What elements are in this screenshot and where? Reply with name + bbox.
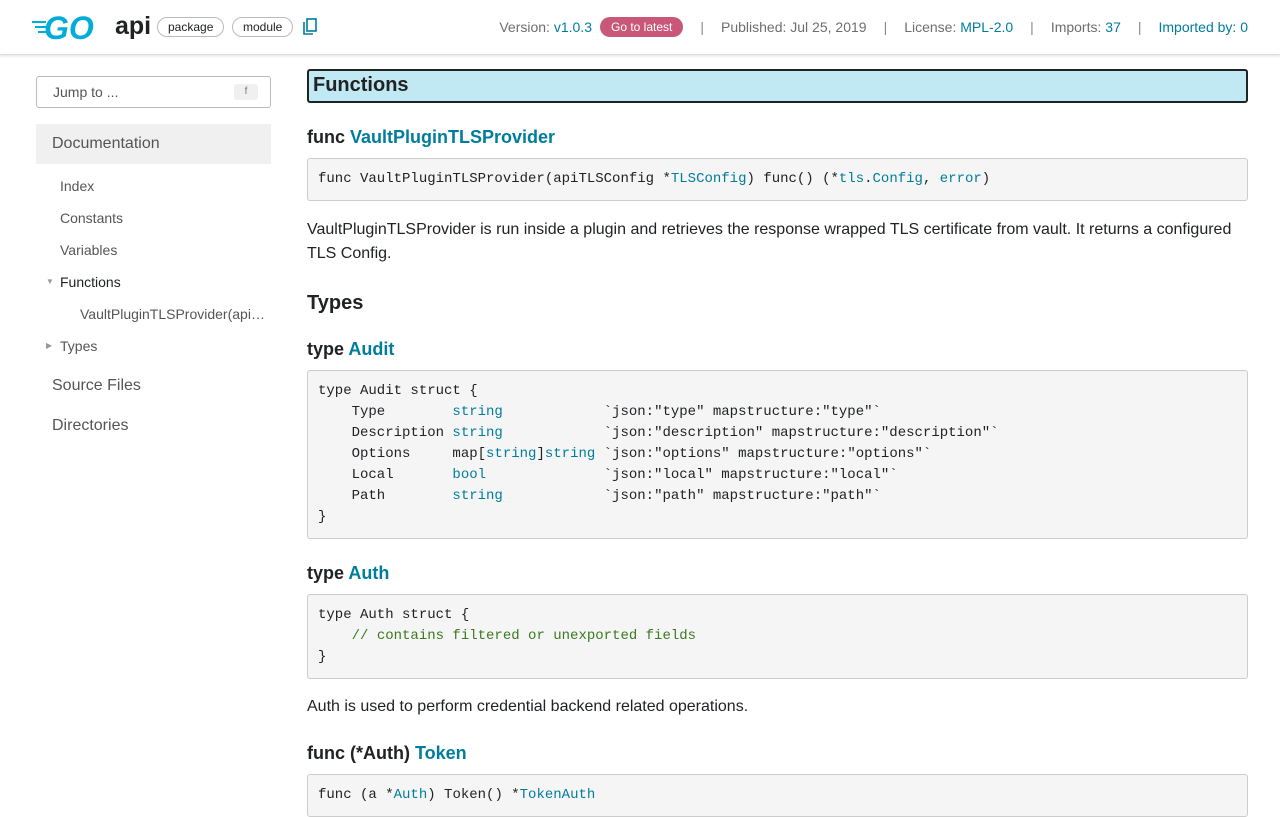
copy-icon[interactable] [303, 18, 317, 35]
sidebar-item-variables[interactable]: Variables [36, 234, 271, 266]
code-text: func (a * [318, 787, 394, 803]
code-text: ) func() (* [746, 171, 839, 187]
code-block: type Audit struct { Type string `json:"t… [307, 370, 1248, 539]
code-text: `json:"type" mapstructure:"type"` [502, 404, 881, 420]
code-text: Options map[ [318, 446, 487, 462]
code-identifier-link[interactable]: string [545, 446, 595, 462]
code-text: `json:"description" mapstructure:"descri… [502, 425, 999, 441]
method-heading: func (*Auth) Token [307, 743, 467, 763]
code-identifier-link[interactable]: TokenAuth [520, 787, 596, 803]
version-label: Version: [499, 19, 550, 35]
sidebar-directories[interactable]: Directories [36, 406, 271, 446]
types-heading: Types [307, 292, 364, 314]
divider: | [700, 19, 704, 35]
code-text: ) [981, 171, 991, 187]
jump-placeholder: Jump to ... [53, 84, 119, 100]
code-identifier-link[interactable]: TLSConfig [671, 171, 747, 187]
shortcut-key: f [234, 84, 258, 100]
code-text: Path [318, 488, 453, 504]
code-text: , [922, 171, 940, 187]
go-logo[interactable]: GO [32, 12, 106, 42]
sidebar-item-constants[interactable]: Constants [36, 202, 271, 234]
code-text: type Audit struct { [318, 383, 478, 399]
code-text: ] [536, 446, 545, 462]
code-identifier-link[interactable]: string [452, 488, 502, 504]
code-identifier-link[interactable]: tls [839, 171, 864, 187]
main-content: Functions func VaultPluginTLSProvider fu… [307, 69, 1248, 817]
sidebar-source-files[interactable]: Source Files [36, 366, 271, 406]
module-chip: module [232, 17, 294, 37]
sidebar-item-types[interactable]: ▶ Types [36, 330, 271, 362]
jump-to-input[interactable]: Jump to ... f [36, 76, 271, 108]
code-text: Local [318, 467, 453, 483]
code-identifier-link[interactable]: string [452, 425, 502, 441]
code-comment: // contains filtered or unexported field… [351, 628, 697, 644]
sidebar-documentation[interactable]: Documentation [36, 124, 271, 164]
code-text: ) Token() * [427, 787, 520, 803]
code-identifier-link[interactable]: string [452, 404, 502, 420]
caret-right-icon: ▶ [46, 341, 53, 350]
imports-link[interactable]: 37 [1105, 19, 1121, 35]
sidebar-item-functions[interactable]: ▼ Functions [36, 266, 271, 298]
code-text: `json:"path" mapstructure:"path"` [502, 488, 881, 504]
func-link[interactable]: VaultPluginTLSProvider [350, 127, 555, 147]
imports-label: Imports: [1050, 19, 1102, 35]
label: Types [60, 338, 98, 354]
code-identifier-link[interactable]: string [486, 446, 536, 462]
code-text: `json:"local" mapstructure:"local"` [486, 467, 898, 483]
functions-heading: Functions [307, 69, 1248, 103]
code-text: . [864, 171, 873, 187]
type-heading: type Audit [307, 339, 395, 359]
code-identifier-link[interactable]: error [940, 171, 982, 187]
published-date: Published: Jul 25, 2019 [721, 19, 867, 35]
divider: | [883, 19, 888, 35]
go-to-latest-button[interactable]: Go to latest [599, 17, 684, 37]
code-text: } [318, 649, 327, 665]
caret-down-icon: ▼ [46, 277, 54, 286]
package-chip: package [157, 17, 225, 37]
type-link[interactable]: Audit [348, 339, 394, 359]
license-link[interactable]: MPL-2.0 [960, 19, 1013, 35]
sidebar-item-index[interactable]: Index [36, 170, 271, 202]
code-text: Type [318, 404, 453, 420]
code-identifier-link[interactable]: Auth [394, 787, 428, 803]
code-block: type Auth struct { // contains filtered … [307, 594, 1248, 679]
code-block: func (a *Auth) Token() *TokenAuth [307, 774, 1248, 817]
type-description: Auth is used to perform credential backe… [307, 698, 749, 715]
type-heading: type Auth [307, 563, 390, 583]
svg-text:GO: GO [44, 12, 94, 42]
method-link[interactable]: Token [415, 743, 467, 763]
sidebar-item-vaultplugintlsprovider[interactable]: VaultPluginTLSProvider(api… [36, 298, 271, 330]
code-block: func VaultPluginTLSProvider(apiTLSConfig… [307, 158, 1248, 201]
sidebar: Jump to ... f Documentation Index Constan… [36, 76, 271, 446]
divider: | [1030, 19, 1034, 35]
code-identifier-link[interactable]: bool [452, 467, 486, 483]
code-text: `json:"options" mapstructure:"options"` [595, 446, 932, 462]
divider: | [1137, 19, 1142, 35]
func-heading: func VaultPluginTLSProvider [307, 127, 556, 147]
func-description: VaultPluginTLSProvider is run inside a p… [307, 221, 1232, 262]
imported-by-link[interactable]: Imported by: 0 [1159, 19, 1249, 35]
label: Functions [60, 274, 121, 290]
license-label: License: [904, 19, 957, 35]
code-text: type Auth struct { [318, 607, 470, 623]
version-link[interactable]: v1.0.3 [554, 19, 592, 35]
code-text: func VaultPluginTLSProvider(apiTLSConfig… [318, 171, 671, 187]
type-link[interactable]: Auth [348, 563, 389, 583]
package-meta: Version: v1.0.3 Go to latest | Published… [499, 17, 1248, 37]
code-identifier-link[interactable]: Config [873, 171, 923, 187]
code-text: Description [318, 425, 453, 441]
code-text: } [318, 509, 327, 525]
header: GO api package module Version: v1.0.3 Go… [0, 0, 1280, 55]
package-name: api [115, 12, 152, 40]
